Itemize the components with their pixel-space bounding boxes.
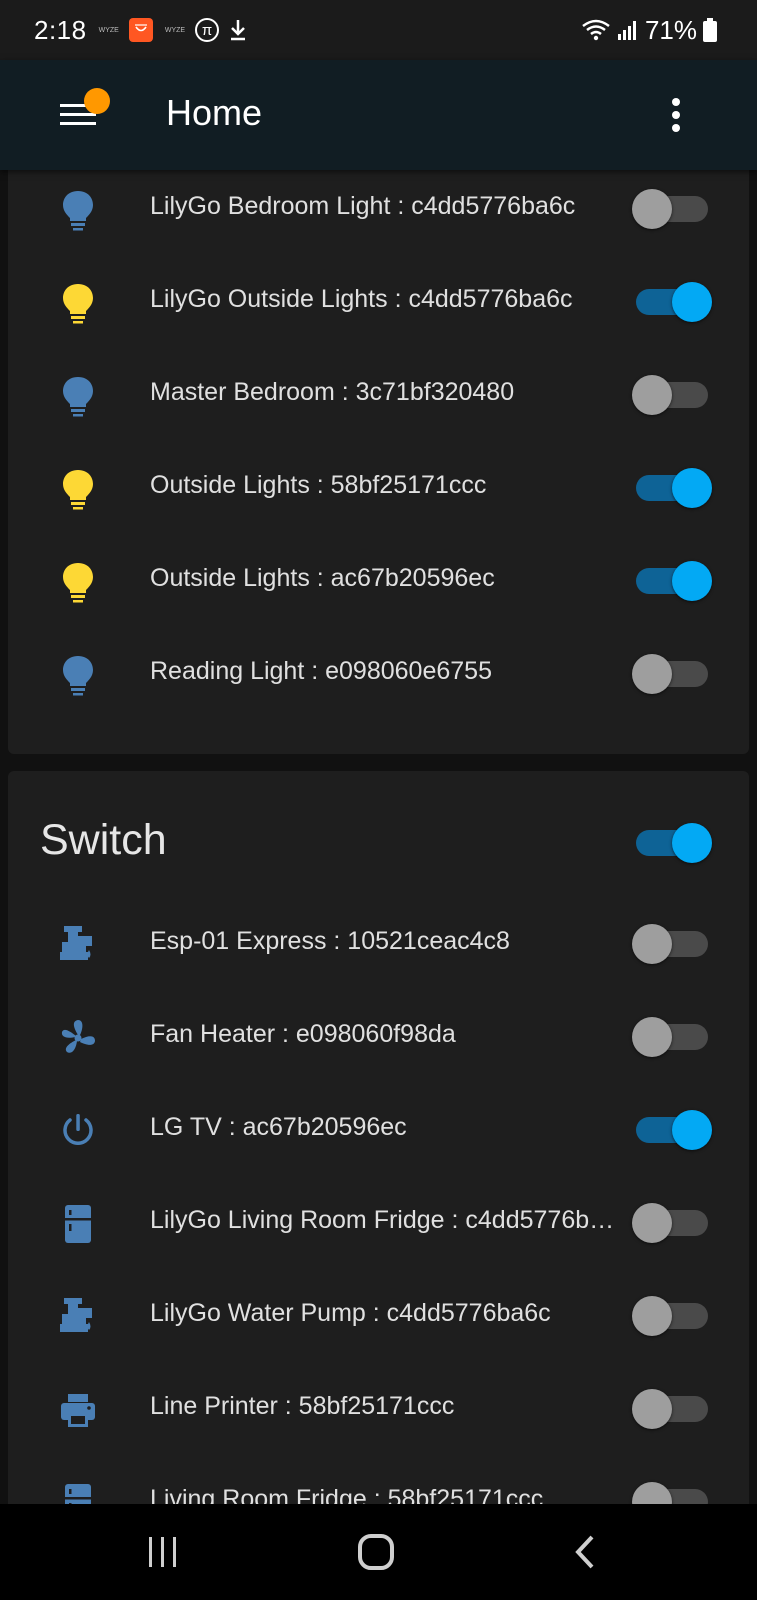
toggle-switch[interactable] — [636, 1110, 712, 1150]
back-button[interactable] — [570, 1534, 600, 1570]
list-item[interactable]: Outside Lights : 58bf25171ccc — [8, 441, 749, 536]
list-item[interactable]: Fan Heater : e098060f98da — [8, 990, 749, 1085]
recent-apps-icon — [149, 1537, 176, 1567]
toggle-knob — [632, 1017, 672, 1057]
fan-icon — [58, 1017, 98, 1059]
pi-notification-icon: π — [195, 18, 220, 42]
wyze-notification-icon-2: WYZE — [164, 26, 186, 34]
toggle-knob — [632, 654, 672, 694]
status-time: 2:18 — [34, 14, 87, 45]
lightbulb-icon — [58, 468, 98, 510]
water-pump-icon — [58, 924, 98, 966]
lightbulb-icon — [58, 375, 98, 417]
list-item[interactable]: LG TV : ac67b20596ec — [8, 1083, 749, 1178]
toggle-switch[interactable] — [636, 282, 712, 322]
list-item-label: Fan Heater : e098060f98da — [150, 1020, 456, 1048]
toggle-knob — [632, 1389, 672, 1429]
page-title: Home — [166, 92, 263, 133]
recent-apps-button[interactable] — [145, 1534, 181, 1570]
app-bar: Home — [0, 60, 757, 170]
more-options-button[interactable] — [660, 96, 692, 136]
lightbulb-icon — [58, 189, 98, 231]
lightbulb-icon — [58, 282, 98, 324]
toggle-switch[interactable] — [632, 1203, 708, 1243]
printer-icon — [58, 1389, 98, 1431]
notification-badge — [84, 88, 110, 114]
navigation-bar — [0, 1504, 757, 1600]
wifi-icon — [581, 18, 611, 42]
wyze-notification-icon: WYZE — [98, 26, 119, 34]
status-right: 71% — [581, 0, 717, 60]
list-item-label: Outside Lights : 58bf25171ccc — [150, 471, 487, 499]
back-icon — [575, 1535, 594, 1569]
aliexpress-notification-icon — [128, 18, 153, 42]
toggle-knob — [672, 561, 712, 601]
list-item-label: LilyGo Bedroom Light : c4dd5776ba6c — [150, 192, 576, 220]
list-item[interactable]: Esp-01 Express : 10521ceac4c8 — [8, 897, 749, 992]
toggle-knob — [672, 468, 712, 508]
list-item-label: LilyGo Water Pump : c4dd5776ba6c — [150, 1299, 551, 1327]
toggle-switch[interactable] — [636, 561, 712, 601]
toggle-knob — [672, 1110, 712, 1150]
toggle-knob — [632, 189, 672, 229]
toggle-knob — [632, 924, 672, 964]
toggle-switch[interactable] — [636, 468, 712, 508]
list-item-label: Reading Light : e098060e6755 — [150, 657, 492, 685]
section-title-switch: Switch — [40, 816, 167, 864]
download-icon — [229, 18, 247, 42]
switch-card: Switch Esp-01 Express : 10521ceac4c8 Fan… — [8, 771, 749, 1531]
toggle-switch[interactable] — [632, 1296, 708, 1336]
toggle-switch[interactable] — [632, 654, 708, 694]
water-pump-icon — [58, 1296, 98, 1338]
toggle-switch[interactable] — [632, 1389, 708, 1429]
switch-all-toggle[interactable] — [636, 823, 712, 863]
home-button[interactable] — [356, 1532, 396, 1572]
lightbulb-icon — [58, 654, 98, 696]
power-icon — [58, 1110, 98, 1152]
signal-icon — [617, 19, 639, 41]
toggle-knob — [632, 1296, 672, 1336]
toggle-switch[interactable] — [632, 1017, 708, 1057]
toggle-knob — [632, 1203, 672, 1243]
lights-card: LilyGo Bedroom Light : c4dd5776ba6c Lily… — [8, 150, 749, 754]
home-icon — [358, 1534, 394, 1570]
list-item-label: LilyGo Living Room Fridge : c4dd5776ba6c — [150, 1206, 620, 1234]
list-item[interactable]: Line Printer : 58bf25171ccc — [8, 1362, 749, 1457]
list-item[interactable]: LilyGo Water Pump : c4dd5776ba6c — [8, 1269, 749, 1364]
list-item[interactable]: LilyGo Bedroom Light : c4dd5776ba6c — [8, 162, 749, 257]
lightbulb-icon — [58, 561, 98, 603]
toggle-switch[interactable] — [632, 375, 708, 415]
battery-icon — [703, 18, 717, 42]
list-item-label: Outside Lights : ac67b20596ec — [150, 564, 495, 592]
list-item[interactable]: LilyGo Living Room Fridge : c4dd5776ba6c — [8, 1176, 749, 1271]
list-item[interactable]: Outside Lights : ac67b20596ec — [8, 534, 749, 629]
more-vert-icon — [672, 98, 680, 132]
status-bar: 2:18 WYZE WYZE π 71% — [0, 0, 757, 60]
list-item[interactable]: Master Bedroom : 3c71bf320480 — [8, 348, 749, 443]
toggle-switch[interactable] — [632, 189, 708, 229]
list-item-label: Master Bedroom : 3c71bf320480 — [150, 378, 515, 406]
list-item-label: Line Printer : 58bf25171ccc — [150, 1392, 455, 1420]
list-item[interactable]: Reading Light : e098060e6755 — [8, 627, 749, 722]
toggle-switch[interactable] — [632, 924, 708, 964]
list-item-label: LilyGo Outside Lights : c4dd5776ba6c — [150, 285, 573, 313]
toggle-knob — [672, 823, 712, 863]
battery-percent: 71% — [644, 14, 697, 45]
list-item[interactable]: LilyGo Outside Lights : c4dd5776ba6c — [8, 255, 749, 350]
fridge-icon — [58, 1203, 98, 1245]
toggle-knob — [632, 375, 672, 415]
list-item-label: Esp-01 Express : 10521ceac4c8 — [150, 927, 510, 955]
toggle-knob — [672, 282, 712, 322]
list-item-label: LG TV : ac67b20596ec — [150, 1113, 407, 1141]
